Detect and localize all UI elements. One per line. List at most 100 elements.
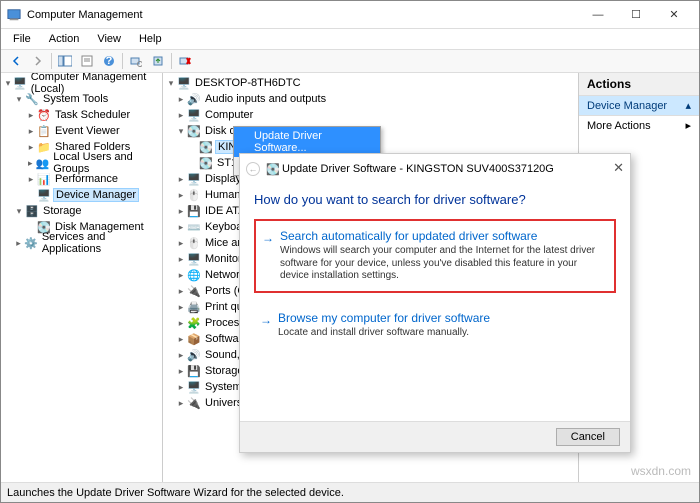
uninstall-button[interactable] [174,51,196,71]
tree-storage[interactable]: ▾🗄️Storage [1,203,162,219]
dialog-title-text: Update Driver Software - KINGSTON SUV400… [282,163,554,175]
tree-label: Performance [53,173,120,185]
ide-icon: 💾 [187,205,201,217]
tree-label: Local Users and Groups [51,151,160,175]
toolbar: ? [1,49,699,73]
tree-local-users[interactable]: ▸👥Local Users and Groups [1,155,162,171]
tree-services-apps[interactable]: ▸⚙️Services and Applications [1,235,162,251]
folder-icon: 📁 [37,141,51,153]
maximize-button[interactable]: ☐ [617,1,655,29]
option-description: Locate and install driver software manua… [278,327,606,340]
audio-icon: 🔊 [187,93,201,105]
dialog-question: How do you want to search for driver sof… [254,192,616,207]
tree-device-manager[interactable]: 🖥️Device Manager [1,187,162,203]
keyboard-icon: ⌨️ [187,221,201,233]
computer-mgmt-icon: 🖥️ [13,77,27,89]
device-label: Audio inputs and outputs [203,93,328,105]
drive-icon: 💽 [199,141,213,153]
tree-task-scheduler[interactable]: ▸⏰Task Scheduler [1,107,162,123]
device-audio[interactable]: ▸🔊Audio inputs and outputs [163,91,578,107]
computer-icon: 🖥️ [187,109,201,121]
toolbar-separator [171,53,172,69]
tree-label: Task Scheduler [53,109,132,121]
actions-group-device-manager[interactable]: Device Manager ▴ [579,96,699,116]
services-icon: ⚙️ [24,237,38,249]
dialog-body: How do you want to search for driver sof… [240,180,630,421]
users-icon: 👥 [36,157,50,169]
network-icon: 🌐 [187,269,201,281]
update-driver-button[interactable] [147,51,169,71]
tools-icon: 🔧 [25,93,39,105]
display-icon: 🖥️ [187,173,201,185]
option-browse-computer[interactable]: → Browse my computer for driver software… [254,303,616,348]
actions-group-label: Device Manager [587,100,667,112]
update-driver-dialog: ✕ ← 💽 Update Driver Software - KINGSTON … [239,153,631,453]
option-title: Search automatically for updated driver … [280,229,604,243]
device-computer[interactable]: ▸🖥️Computer [163,107,578,123]
clock-icon: ⏰ [37,109,51,121]
status-text: Launches the Update Driver Software Wiza… [7,487,344,499]
printer-icon: 🖨️ [187,301,201,313]
cpu-icon: 🧩 [187,317,201,329]
statusbar: Launches the Update Driver Software Wiza… [1,482,699,502]
back-button[interactable] [5,51,27,71]
tree-label: Event Viewer [53,125,122,137]
dialog-titlebar: ← 💽 Update Driver Software - KINGSTON SU… [240,154,630,180]
properties-button[interactable] [76,51,98,71]
option-search-automatically[interactable]: → Search automatically for updated drive… [254,219,616,293]
console-tree-panel: ▾🖥️Computer Management (Local) ▾🔧System … [1,73,163,482]
device-manager-icon: 🖥️ [37,189,51,201]
toolbar-separator [122,53,123,69]
watermark: wsxdn.com [631,464,691,478]
menu-file[interactable]: File [5,31,39,47]
tree-root-label: Computer Management (Local) [29,73,160,95]
monitor-icon: 🖥️ [187,253,201,265]
app-icon [7,8,21,22]
software-icon: 📦 [187,333,201,345]
actions-header: Actions [579,73,699,96]
mouse-icon: 🖱️ [187,237,201,249]
hid-icon: 🖱️ [187,189,201,201]
collapse-arrow-icon: ▴ [685,99,691,112]
computer-icon: 🖥️ [177,77,191,89]
menu-view[interactable]: View [89,31,129,47]
tree-label: System Tools [41,93,110,105]
device-label: DESKTOP-8TH6DTC [193,77,303,89]
menu-action[interactable]: Action [41,31,88,47]
option-title: Browse my computer for driver software [278,311,606,325]
event-icon: 📋 [37,125,51,137]
tree-label: Services and Applications [40,231,160,255]
option-description: Windows will search your computer and th… [280,245,604,283]
titlebar: Computer Management — ☐ ✕ [1,1,699,29]
help-button[interactable]: ? [98,51,120,71]
device-host[interactable]: ▾🖥️DESKTOP-8TH6DTC [163,75,578,91]
actions-more[interactable]: More Actions ▸ [579,116,699,135]
tree-event-viewer[interactable]: ▸📋Event Viewer [1,123,162,139]
tree-label: Storage [41,205,84,217]
usb-icon: 🔌 [187,397,201,409]
arrow-icon: → [260,313,272,327]
system-device-icon: 🖥️ [187,381,201,393]
show-hide-tree-button[interactable] [54,51,76,71]
actions-item-label: More Actions [587,120,651,132]
drive-icon: 💽 [266,163,280,175]
close-button[interactable]: ✕ [655,1,693,29]
submenu-arrow-icon: ▸ [685,119,691,132]
scan-hardware-button[interactable] [125,51,147,71]
device-label: Computer [203,109,255,121]
cancel-button[interactable]: Cancel [556,428,620,446]
tree-root[interactable]: ▾🖥️Computer Management (Local) [1,75,162,91]
storage-controller-icon: 💾 [187,365,201,377]
menu-help[interactable]: Help [131,31,170,47]
dialog-back-button[interactable]: ← [246,162,260,176]
toolbar-separator [51,53,52,69]
svg-text:?: ? [106,55,113,67]
dialog-close-button[interactable]: ✕ [613,160,624,176]
drive-icon: 💽 [199,157,213,169]
minimize-button[interactable]: — [579,1,617,29]
performance-icon: 📊 [37,173,51,185]
forward-button[interactable] [27,51,49,71]
ports-icon: 🔌 [187,285,201,297]
dialog-footer: Cancel [240,421,630,452]
tree-label-selected: Device Manager [53,188,139,202]
